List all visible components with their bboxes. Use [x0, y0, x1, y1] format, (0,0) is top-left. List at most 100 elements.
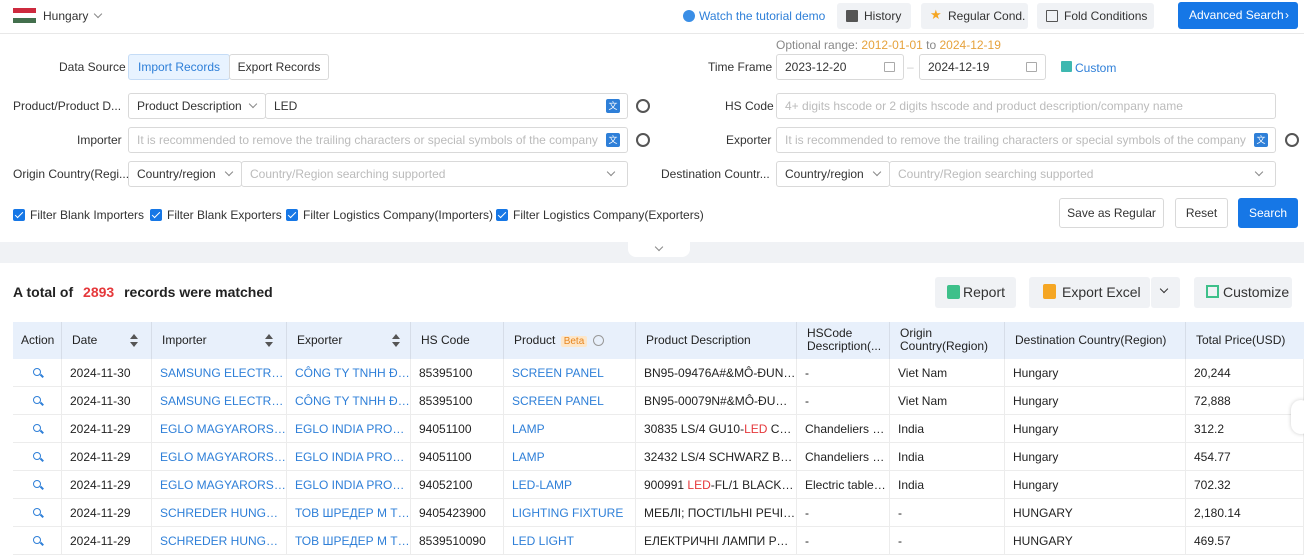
excel-icon	[1043, 284, 1056, 299]
cell-product[interactable]: LIGHTING FIXTURE	[504, 499, 636, 527]
origin-country-input[interactable]: Country/Region searching supported	[241, 161, 628, 187]
column-exporter[interactable]: Exporter	[287, 322, 411, 359]
cell-importer[interactable]: SAMSUNG ELECTRO...	[152, 387, 287, 415]
sort-icon[interactable]	[130, 334, 138, 348]
export-excel-button[interactable]: Export Excel	[1029, 277, 1150, 308]
cell-exporter[interactable]: ТОВ ШРЕДЕР М ТЕ...	[287, 527, 411, 555]
cell-product[interactable]: LAMP	[504, 443, 636, 471]
country-selector[interactable]: Hungary	[43, 9, 88, 23]
search-icon[interactable]	[33, 536, 41, 544]
translate-icon[interactable]: 文	[606, 133, 620, 147]
cell-importer[interactable]: EGLO MAGYARORSZ...	[152, 443, 287, 471]
destination-country-input[interactable]: Country/Region searching supported	[889, 161, 1276, 187]
cell-exporter[interactable]: EGLO INDIA PRODU...	[287, 415, 411, 443]
origin-type-select[interactable]: Country/region	[128, 161, 242, 187]
tutorial-link[interactable]: Watch the tutorial demo	[699, 9, 825, 23]
cell-exporter[interactable]: EGLO INDIA PRODU...	[287, 443, 411, 471]
cell-action[interactable]	[13, 359, 62, 387]
cell-product[interactable]: SCREEN PANEL	[504, 387, 636, 415]
time-frame-label: Time Frame	[708, 60, 773, 74]
cell-hs: 94051100	[411, 415, 504, 443]
cell-origin: Viet Nam	[890, 359, 1005, 387]
cell-action[interactable]	[13, 527, 62, 555]
calendar-icon	[884, 62, 895, 72]
cell-action[interactable]	[13, 387, 62, 415]
column-importer[interactable]: Importer	[152, 322, 287, 359]
cell-product[interactable]: LED LIGHT	[504, 527, 636, 555]
fold-conditions-button[interactable]: Fold Conditions	[1037, 3, 1154, 29]
cell-product[interactable]: SCREEN PANEL	[504, 359, 636, 387]
chevron-down-icon	[1254, 167, 1264, 177]
hs-code-input[interactable]: 4+ digits hscode or 2 digits hscode and …	[776, 93, 1276, 119]
hungary-flag-icon	[13, 8, 36, 23]
info-icon[interactable]	[592, 335, 604, 347]
customize-button[interactable]: Customize	[1194, 277, 1292, 308]
cell-importer[interactable]: SCHREDER HUNGAR...	[152, 527, 287, 555]
cell-action[interactable]	[13, 471, 62, 499]
sort-icon[interactable]	[392, 334, 400, 348]
cell-product[interactable]: LED-LAMP	[504, 471, 636, 499]
search-icon[interactable]	[33, 368, 41, 376]
filter-blank-exporters-checkbox[interactable]	[150, 209, 162, 221]
date-to-input[interactable]: 2024-12-19	[919, 54, 1046, 80]
filter-logistics-exporters-label[interactable]: Filter Logistics Company(Exporters)	[513, 208, 704, 222]
cell-exporter[interactable]: ТОВ ШРЕДЕР М ТЕ...	[287, 499, 411, 527]
cell-action[interactable]	[13, 415, 62, 443]
cell-exporter[interactable]: CÔNG TY TNHH ĐIỆ...	[287, 387, 411, 415]
translate-icon[interactable]: 文	[1254, 133, 1268, 147]
report-button[interactable]: Report	[935, 277, 1016, 308]
table-header: Action Date Importer Exporter HS Code Pr…	[13, 322, 1304, 359]
cell-price: 72,888	[1186, 387, 1304, 415]
search-button[interactable]: Search	[1238, 198, 1298, 228]
history-icon	[846, 10, 858, 22]
settings-icon[interactable]	[636, 133, 650, 147]
search-icon[interactable]	[33, 480, 41, 488]
search-icon[interactable]	[33, 424, 41, 432]
filter-logistics-importers-checkbox[interactable]	[286, 209, 298, 221]
cell-action[interactable]	[13, 499, 62, 527]
custom-link[interactable]: Custom	[1075, 61, 1116, 75]
date-from-input[interactable]: 2023-12-20	[776, 54, 904, 80]
chevron-down-icon[interactable]	[93, 9, 103, 19]
cell-importer[interactable]: SAMSUNG ELECTRO...	[152, 359, 287, 387]
tab-import-records[interactable]: Import Records	[128, 54, 230, 80]
cell-exporter[interactable]: EGLO INDIA PRODU...	[287, 471, 411, 499]
search-icon[interactable]	[33, 452, 41, 460]
product-type-select[interactable]: Product Description	[128, 93, 266, 119]
filter-blank-importers-label[interactable]: Filter Blank Importers	[30, 208, 144, 222]
filter-blank-exporters-label[interactable]: Filter Blank Exporters	[167, 208, 282, 222]
settings-icon[interactable]	[1285, 133, 1299, 147]
destination-type-select[interactable]: Country/region	[776, 161, 890, 187]
cell-action[interactable]	[13, 443, 62, 471]
filter-logistics-exporters-checkbox[interactable]	[496, 209, 508, 221]
scroll-right-handle[interactable]	[1291, 400, 1304, 434]
filter-logistics-importers-label[interactable]: Filter Logistics Company(Importers)	[303, 208, 493, 222]
reset-button[interactable]: Reset	[1175, 198, 1228, 228]
save-as-regular-button[interactable]: Save as Regular	[1059, 198, 1164, 228]
cell-exporter[interactable]: CÔNG TY TNHH ĐIỆ...	[287, 359, 411, 387]
translate-icon[interactable]: 文	[606, 99, 620, 113]
regular-condition-button[interactable]: ★ Regular Cond.	[921, 3, 1028, 29]
column-date[interactable]: Date	[62, 322, 152, 359]
filter-blank-importers-checkbox[interactable]	[13, 209, 25, 221]
sort-icon[interactable]	[265, 334, 273, 348]
exporter-input[interactable]: It is recommended to remove the trailing…	[776, 127, 1276, 153]
importer-input[interactable]: It is recommended to remove the trailing…	[128, 127, 628, 153]
settings-icon[interactable]	[636, 99, 650, 113]
cell-dest: HUNGARY	[1005, 499, 1186, 527]
tab-export-records[interactable]: Export Records	[229, 54, 329, 80]
cell-desc: BN95-09476A#&MÔ-ĐUN ...	[636, 359, 797, 387]
search-icon[interactable]	[33, 508, 41, 516]
advanced-search-button[interactable]: Advanced Search ›	[1178, 2, 1298, 29]
cell-importer[interactable]: EGLO MAGYARORSZ...	[152, 415, 287, 443]
cell-importer[interactable]: EGLO MAGYARORSZ...	[152, 471, 287, 499]
history-button[interactable]: History	[837, 3, 911, 29]
cell-price: 2,180.14	[1186, 499, 1304, 527]
collapse-toggle[interactable]	[628, 242, 690, 257]
cell-importer[interactable]: SCHREDER HUNGAR...	[152, 499, 287, 527]
product-input[interactable]: LED 文	[265, 93, 628, 119]
search-icon[interactable]	[33, 396, 41, 404]
destination-label: Destination Countr...	[661, 167, 770, 181]
export-dropdown-button[interactable]	[1151, 277, 1180, 308]
cell-product[interactable]: LAMP	[504, 415, 636, 443]
